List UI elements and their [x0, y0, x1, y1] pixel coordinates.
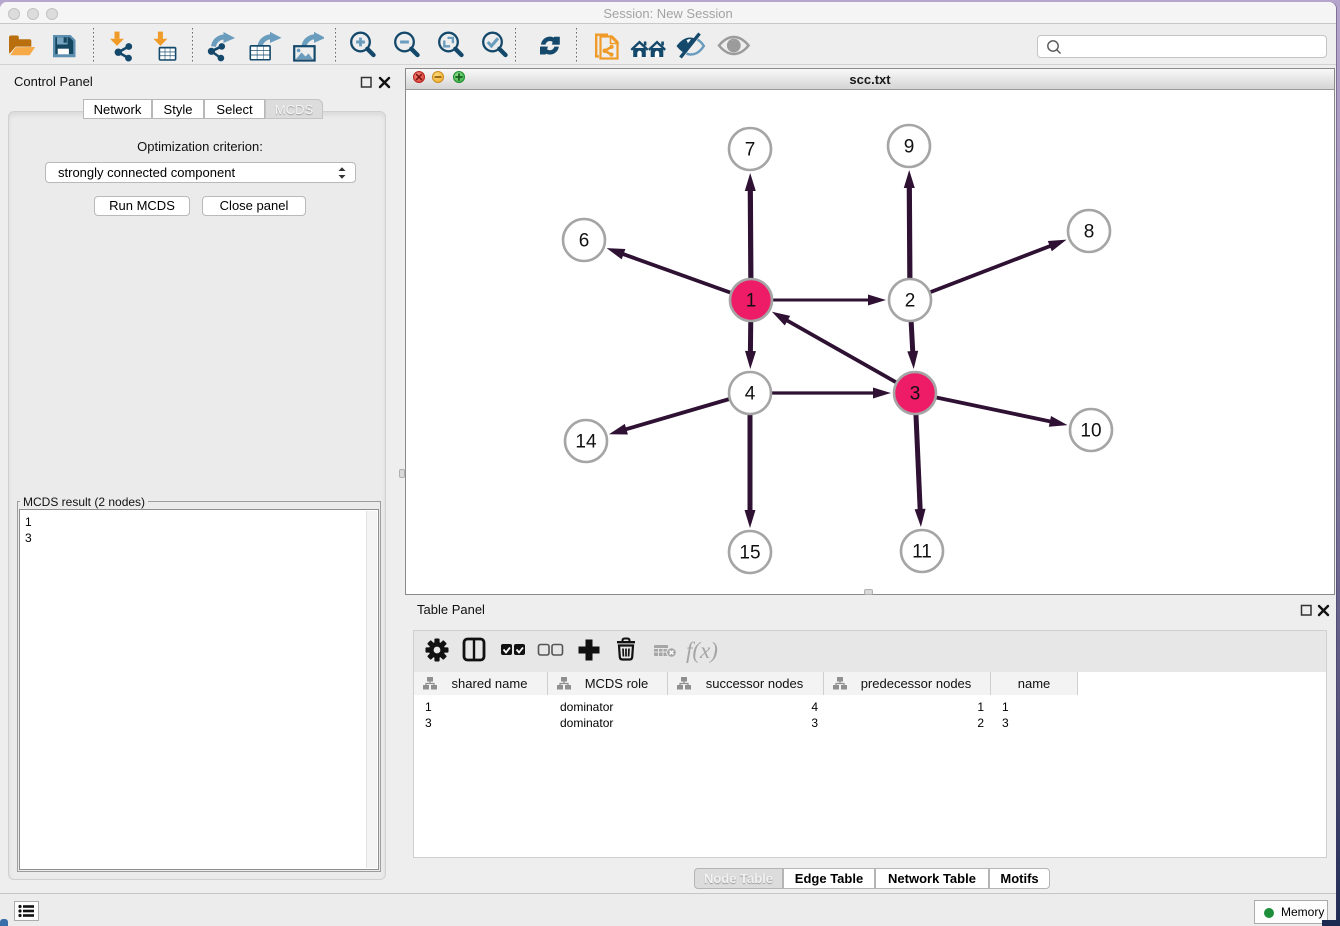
svg-text:3: 3 — [910, 384, 921, 405]
svg-text:2: 2 — [905, 291, 916, 312]
svg-text:1: 1 — [746, 291, 757, 312]
svg-text:10: 10 — [1080, 421, 1101, 442]
svg-text:15: 15 — [739, 543, 760, 564]
svg-text:7: 7 — [745, 140, 756, 161]
svg-text:11: 11 — [912, 542, 932, 563]
svg-text:14: 14 — [575, 432, 597, 453]
svg-text:f(x): f(x) — [686, 638, 718, 663]
svg-text:6: 6 — [579, 231, 590, 252]
svg-text:9: 9 — [904, 137, 915, 158]
svg-text:4: 4 — [745, 384, 756, 405]
svg-text:8: 8 — [1084, 222, 1095, 243]
